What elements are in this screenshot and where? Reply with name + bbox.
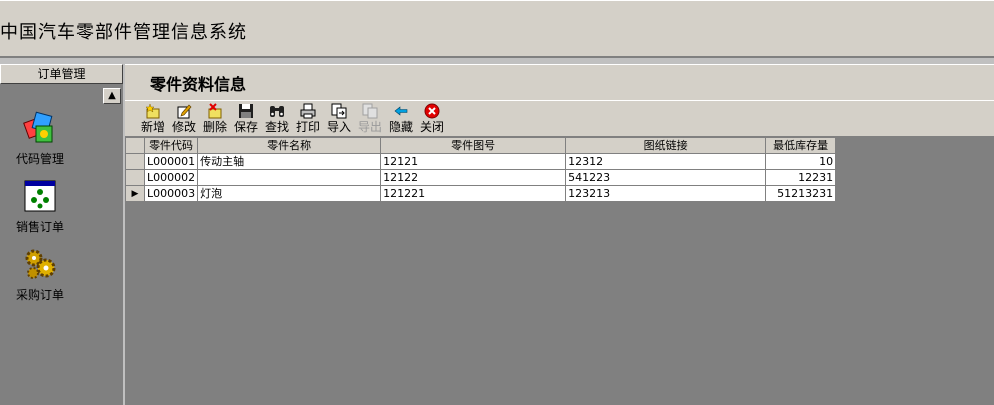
sidebar-item-label: 采购订单 [15, 288, 64, 302]
cell-drawing-link[interactable]: 12312 [565, 153, 767, 170]
main-panel: 零件资料信息 新增 修改 删除 保存 查找 打印 导入 导出 隐藏 关闭 零件代… [125, 64, 994, 405]
sidebar-item-purchase-order[interactable]: 采购订单 [0, 246, 80, 303]
cell-part-name[interactable]: 传动主轴 [197, 153, 382, 170]
hide-button[interactable]: 隐藏 [389, 103, 413, 134]
column-header-min-stock[interactable]: 最低库存量 [765, 137, 837, 154]
sidebar-scroll-up-button[interactable]: ▲ [103, 88, 121, 104]
import-button[interactable]: 导入 [327, 103, 351, 134]
panel-title: 零件资料信息 [150, 75, 247, 94]
sidebar-item-sales-order[interactable]: 销售订单 [0, 178, 80, 235]
cell-drawing-no[interactable]: 12121 [380, 153, 567, 170]
column-header-drawing-link[interactable]: 图纸链接 [565, 137, 767, 154]
code-management-icon [23, 111, 53, 143]
new-icon [145, 103, 160, 119]
column-header-part-code[interactable]: 零件代码 [143, 137, 199, 154]
cell-drawing-link[interactable]: 541223 [565, 169, 767, 186]
close-icon [424, 103, 440, 119]
find-icon [270, 106, 284, 117]
column-header-part-name[interactable]: 零件名称 [197, 137, 382, 154]
parts-grid[interactable]: 零件代码 零件名称 零件图号 图纸链接 最低库存量 L000001 传动主轴 1… [125, 137, 837, 202]
edit-icon [177, 104, 192, 119]
app-title: 中国汽车零部件管理信息系统 [0, 22, 247, 43]
table-row[interactable]: L000001 传动主轴 12121 12312 10 [125, 153, 837, 170]
row-indicator[interactable] [125, 153, 145, 170]
purchase-order-icon [25, 249, 56, 279]
edit-button[interactable]: 修改 [172, 103, 196, 134]
save-icon [239, 104, 253, 118]
hide-icon [394, 106, 408, 116]
row-indicator-current[interactable]: ▶ [125, 185, 145, 202]
import-icon [331, 103, 347, 119]
cell-part-code[interactable]: L000003 [143, 185, 199, 202]
sidebar: 订单管理 ▲ 代码管理 销售订单 采购订单 [0, 64, 123, 405]
table-row[interactable]: L000002 12122 541223 12231 [125, 169, 837, 186]
panel-title-bar: 零件资料信息 [125, 64, 994, 100]
cell-part-code[interactable]: L000001 [143, 153, 199, 170]
row-indicator[interactable] [125, 169, 145, 186]
export-button[interactable]: 导出 [358, 103, 382, 134]
save-button[interactable]: 保存 [234, 103, 258, 134]
table-row[interactable]: ▶ L000003 灯泡 121221 123213 51213231 [125, 185, 837, 202]
grid-header-row: 零件代码 零件名称 零件图号 图纸链接 最低库存量 [125, 137, 837, 154]
cell-part-name[interactable] [197, 169, 382, 186]
close-button[interactable]: 关闭 [420, 103, 444, 134]
cell-part-code[interactable]: L000002 [143, 169, 199, 186]
cell-drawing-no[interactable]: 12122 [380, 169, 567, 186]
sidebar-item-code-management[interactable]: 代码管理 [0, 110, 80, 167]
toolbar: 新增 修改 删除 保存 查找 打印 导入 导出 隐藏 关闭 [125, 100, 994, 136]
print-button[interactable]: 打印 [296, 103, 320, 134]
find-button[interactable]: 查找 [265, 103, 289, 134]
sidebar-header[interactable]: 订单管理 [0, 64, 123, 84]
cell-min-stock[interactable]: 12231 [765, 169, 837, 186]
delete-button[interactable]: 删除 [203, 103, 227, 134]
cell-min-stock[interactable]: 10 [765, 153, 837, 170]
grid-corner [125, 137, 145, 154]
print-icon [300, 103, 316, 119]
cell-drawing-no[interactable]: 121221 [380, 185, 567, 202]
sidebar-item-label: 代码管理 [15, 152, 64, 166]
sales-order-icon [24, 180, 56, 212]
cell-part-name[interactable]: 灯泡 [197, 185, 382, 202]
delete-icon [208, 103, 222, 119]
cell-drawing-link[interactable]: 123213 [565, 185, 767, 202]
app-title-bar: 中国汽车零部件管理信息系统 [0, 0, 994, 58]
cell-min-stock[interactable]: 51213231 [765, 185, 837, 202]
sidebar-item-label: 销售订单 [15, 220, 64, 234]
export-icon [362, 103, 378, 119]
column-header-drawing-no[interactable]: 零件图号 [380, 137, 567, 154]
new-button[interactable]: 新增 [141, 103, 165, 134]
